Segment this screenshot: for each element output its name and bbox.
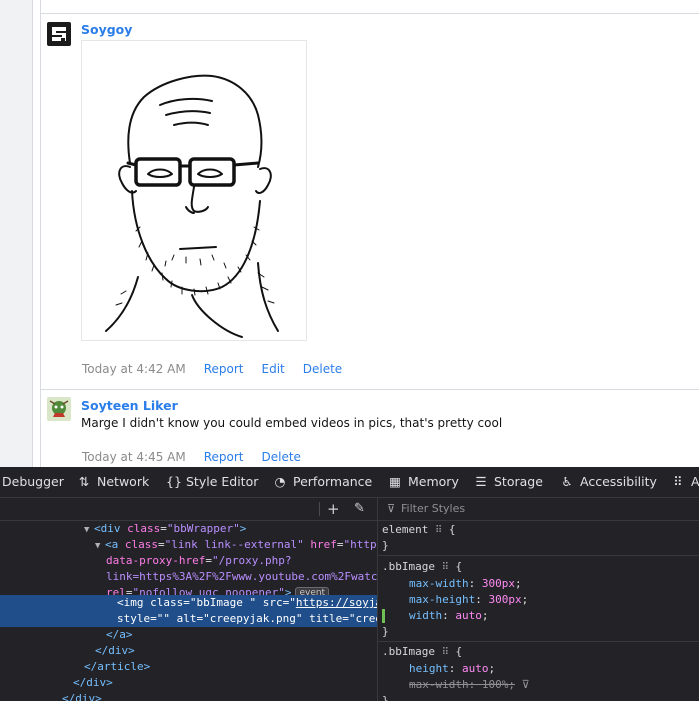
filter-icon[interactable]: ⊽ xyxy=(522,678,530,691)
tab-label: A xyxy=(691,474,699,489)
grid-icon[interactable]: ⠿ xyxy=(435,525,442,536)
post-time[interactable]: Today at 4:45 AM xyxy=(82,450,186,464)
css-property[interactable]: max-width: 300px; xyxy=(409,576,522,592)
image-src-link[interactable]: https://soyja xyxy=(296,596,377,609)
tab-label: Style Editor xyxy=(186,474,259,489)
tab-label: Memory xyxy=(408,474,459,489)
rules-panel: ⊽ Filter Styles element ⠿ { } .bbImage ⠿… xyxy=(378,498,699,701)
network-icon: ⇅ xyxy=(78,474,90,489)
markup-node[interactable]: ▼ <a class="link link--external" href="ht… xyxy=(95,537,377,553)
tab-overflow[interactable]: ⠿ A xyxy=(671,467,699,497)
storage-icon: ☰ xyxy=(475,474,487,489)
filter-styles-input[interactable]: ⊽ Filter Styles xyxy=(378,498,699,521)
markup-node[interactable]: ▼ <div class="bbWrapper"> xyxy=(84,521,246,537)
inspector-toolbar: + ✎ xyxy=(0,498,377,521)
filter-icon: ⊽ xyxy=(387,502,396,515)
grid-icon[interactable]: ⠿ xyxy=(442,647,449,658)
tab-label: Network xyxy=(97,474,150,489)
delete-link[interactable]: Delete xyxy=(303,362,342,376)
tab-label: Debugger xyxy=(2,474,64,489)
rule-close: } xyxy=(382,694,389,701)
markup-node: <img class="bbImage " src="https://soyja xyxy=(117,595,377,611)
tab-memory[interactable]: ▦ Memory xyxy=(388,467,459,497)
rule-selector[interactable]: .bbImage ⠿ { xyxy=(382,644,462,660)
post-author-link[interactable]: Soyteen Liker xyxy=(81,398,178,413)
rule-selector[interactable]: .bbImage ⠿ { xyxy=(382,559,462,575)
markup-attr-line: link=https%3A%2F%2Fwww.youtube.com%2Fwat… xyxy=(106,570,377,583)
rule-close: } xyxy=(382,625,389,638)
memory-icon: ▦ xyxy=(389,474,401,489)
markup-close-tag[interactable]: </div> xyxy=(95,643,135,659)
post-divider xyxy=(40,13,699,14)
post-actions: Today at 4:42 AM Report Edit Delete xyxy=(82,362,360,376)
markup-tree: ▼ <div class="bbWrapper"> ▼ <a class="link… xyxy=(0,521,377,701)
css-property-overridden[interactable]: max-width: 100%; ⊽ xyxy=(409,677,530,693)
rule-divider xyxy=(378,555,699,556)
markup-attr-line: data-proxy-href="/proxy.php? xyxy=(106,554,292,567)
tab-label: Performance xyxy=(293,474,373,489)
devtools-panel: Debugger ⇅ Network {} Style Editor ◔ Perfor… xyxy=(0,467,699,701)
changed-indicator xyxy=(382,609,385,623)
tab-label: Accessibility xyxy=(580,474,657,489)
add-node-icon[interactable]: + xyxy=(327,499,340,519)
markup-close-tag[interactable]: </a> xyxy=(106,627,133,643)
post-image[interactable] xyxy=(81,40,307,341)
user-avatar-icon[interactable] xyxy=(47,397,71,421)
post-divider xyxy=(40,389,699,390)
rule-close: } xyxy=(382,539,389,552)
css-property[interactable]: width: auto; xyxy=(409,608,489,624)
post-time[interactable]: Today at 4:42 AM xyxy=(82,362,186,376)
toolbar-divider xyxy=(319,502,320,516)
edit-link[interactable]: Edit xyxy=(262,362,285,376)
eyedropper-icon[interactable]: ✎ xyxy=(354,499,365,519)
post-author-link[interactable]: Soygoy xyxy=(81,22,132,37)
filter-placeholder: Filter Styles xyxy=(401,502,466,515)
markup-close-tag[interactable]: </div> xyxy=(62,691,102,701)
soyjak-drawing xyxy=(105,74,279,338)
markup-close-tag[interactable]: </div> xyxy=(73,675,113,691)
tab-debugger[interactable]: Debugger xyxy=(2,467,64,497)
tab-network[interactable]: ⇅ Network xyxy=(77,467,149,497)
braces-icon: {} xyxy=(166,474,182,489)
post-message: Marge I didn't know you could embed vide… xyxy=(81,416,503,430)
report-link[interactable]: Report xyxy=(204,450,244,464)
tab-label: Storage xyxy=(494,474,543,489)
tab-accessibility[interactable]: ♿ Accessibility xyxy=(560,467,657,497)
css-property[interactable]: max-height: 300px; xyxy=(409,592,528,608)
tab-performance[interactable]: ◔ Performance xyxy=(273,467,373,497)
report-link[interactable]: Report xyxy=(204,362,244,376)
css-property[interactable]: height: auto; xyxy=(409,661,495,677)
post-actions: Today at 4:45 AM Report Delete xyxy=(82,450,319,464)
forum-page: Soygoy Today at 4:42 AM Report Edit Dele… xyxy=(0,0,699,467)
expand-arrow-icon[interactable]: ▼ xyxy=(95,538,105,554)
selected-node[interactable]: <img class="bbImage " src="https://soyja… xyxy=(0,595,377,627)
grid-icon: ⠿ xyxy=(673,474,683,489)
devtools-tabbar: Debugger ⇅ Network {} Style Editor ◔ Perfor… xyxy=(0,467,699,498)
accessibility-icon: ♿ xyxy=(561,474,573,489)
left-gutter xyxy=(0,0,33,467)
delete-link[interactable]: Delete xyxy=(262,450,301,464)
tab-storage[interactable]: ☰ Storage xyxy=(474,467,543,497)
rule-selector[interactable]: element ⠿ { xyxy=(382,522,456,538)
markup-attr-line: style="" alt="creepyjak.png" title="cree xyxy=(117,612,377,625)
rule-divider xyxy=(378,641,699,642)
markup-close-tag[interactable]: </article> xyxy=(84,659,150,675)
expand-arrow-icon[interactable]: ▼ xyxy=(84,522,94,538)
user-avatar-icon[interactable] xyxy=(47,22,71,46)
gauge-icon: ◔ xyxy=(274,474,286,489)
grid-icon[interactable]: ⠿ xyxy=(442,562,449,573)
tab-style-editor[interactable]: {} Style Editor xyxy=(166,467,258,497)
